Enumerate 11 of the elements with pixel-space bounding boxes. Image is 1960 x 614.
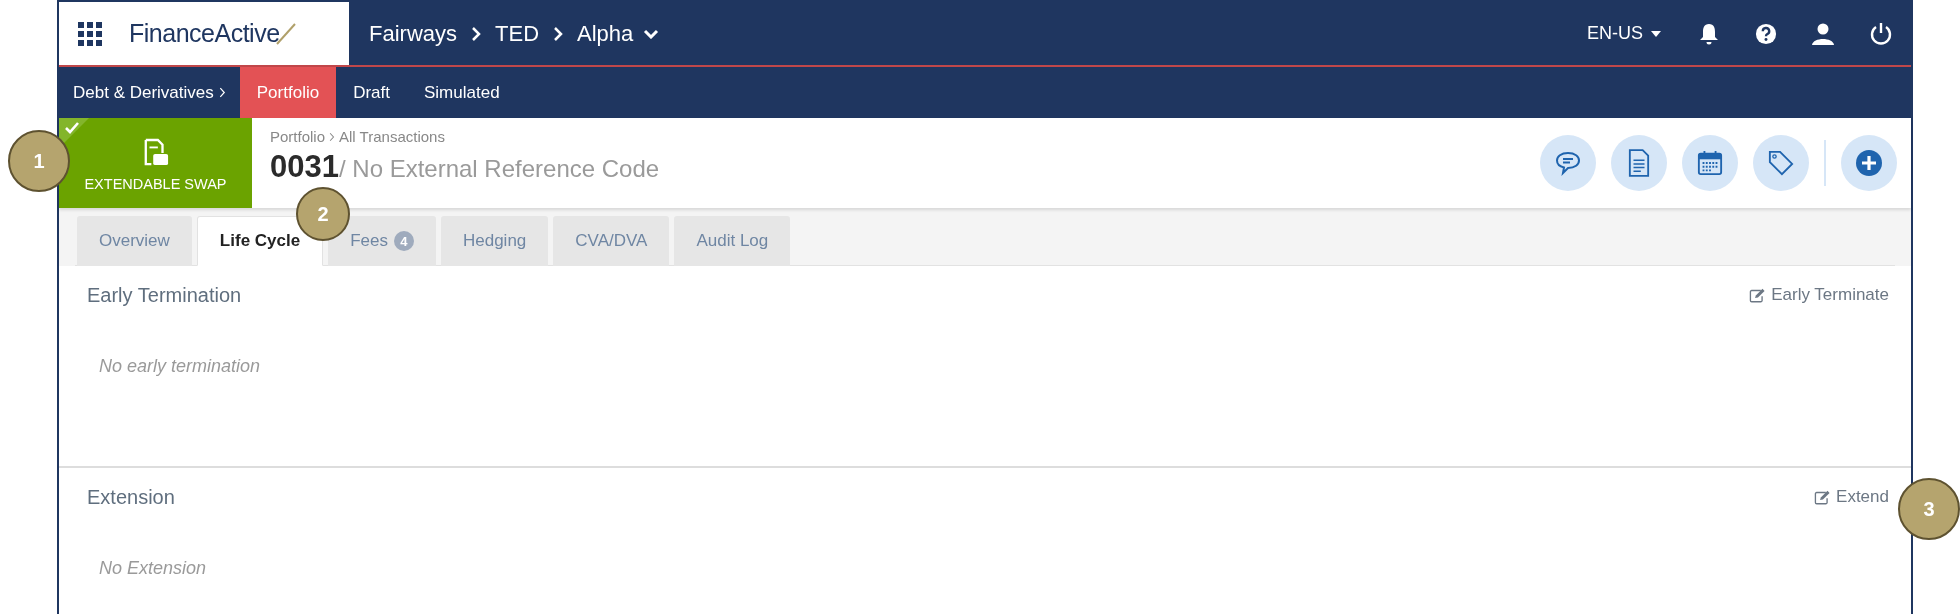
callout-tooltip: 3: [1898, 478, 1960, 540]
deal-type-label: EXTENDABLE SWAP: [84, 176, 227, 192]
count-badge: 4: [393, 231, 414, 251]
section-title: Early Termination: [87, 283, 242, 307]
deal-number: 0031: [270, 149, 339, 185]
empty-message: No early termination: [98, 356, 262, 377]
section-title: Extension: [87, 485, 175, 509]
reference-code: / No External Reference Code: [338, 155, 660, 183]
callout-tooltip: 1: [8, 130, 70, 192]
logo-wordmark: FinanceActive: [129, 19, 280, 48]
empty-message: No Extension: [98, 558, 208, 579]
